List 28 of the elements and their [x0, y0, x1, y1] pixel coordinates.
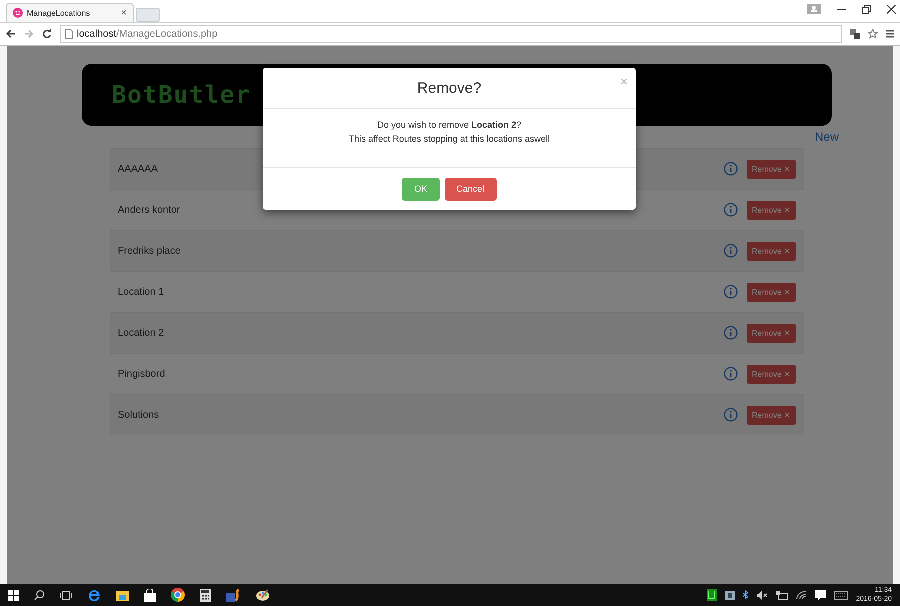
remove-button[interactable]: Remove ✕ — [746, 282, 796, 302]
location-name: Fredriks place — [118, 246, 182, 256]
remove-button[interactable]: Remove ✕ — [746, 406, 796, 424]
remove-button[interactable]: Remove ✕ — [746, 160, 796, 178]
location-name: Location 2 — [118, 328, 166, 338]
close-button[interactable]: × — [620, 74, 628, 89]
dialog-title: Remove? — [417, 80, 482, 96]
address-field[interactable]: localhost/ManageLocations.php — [60, 25, 842, 43]
browser-tab[interactable]: ManageLocations × — [6, 3, 134, 22]
remove-button[interactable]: Remove ✕ — [746, 200, 796, 220]
location-name: AAAAAA — [118, 164, 160, 174]
tab-close[interactable]: × — [121, 8, 127, 18]
location-name: Anders kontor — [118, 204, 182, 216]
logo: BotButler — [112, 81, 252, 109]
ok-button[interactable]: OK — [402, 178, 440, 200]
dialog-message: Do you wish to remove Location 2? — [377, 120, 522, 130]
location-name: Location 1 — [118, 286, 166, 298]
url-path: /ManageLocations.php — [116, 28, 218, 40]
remove-button[interactable]: Remove ✕ — [746, 324, 796, 342]
location-name: Solutions — [118, 410, 160, 420]
new-link[interactable]: New — [814, 130, 839, 144]
url-host: localhost — [77, 28, 116, 40]
remove-button[interactable]: Remove ✕ — [746, 242, 796, 260]
tab-title: ManageLocations — [27, 8, 92, 18]
location-name: Pingisbord — [118, 368, 166, 380]
dialog-note: This affect Routes stopping at this locations aswell — [349, 134, 550, 144]
cancel-button[interactable]: Cancel — [444, 178, 497, 200]
remove-button[interactable]: Remove ✕ — [746, 364, 796, 384]
